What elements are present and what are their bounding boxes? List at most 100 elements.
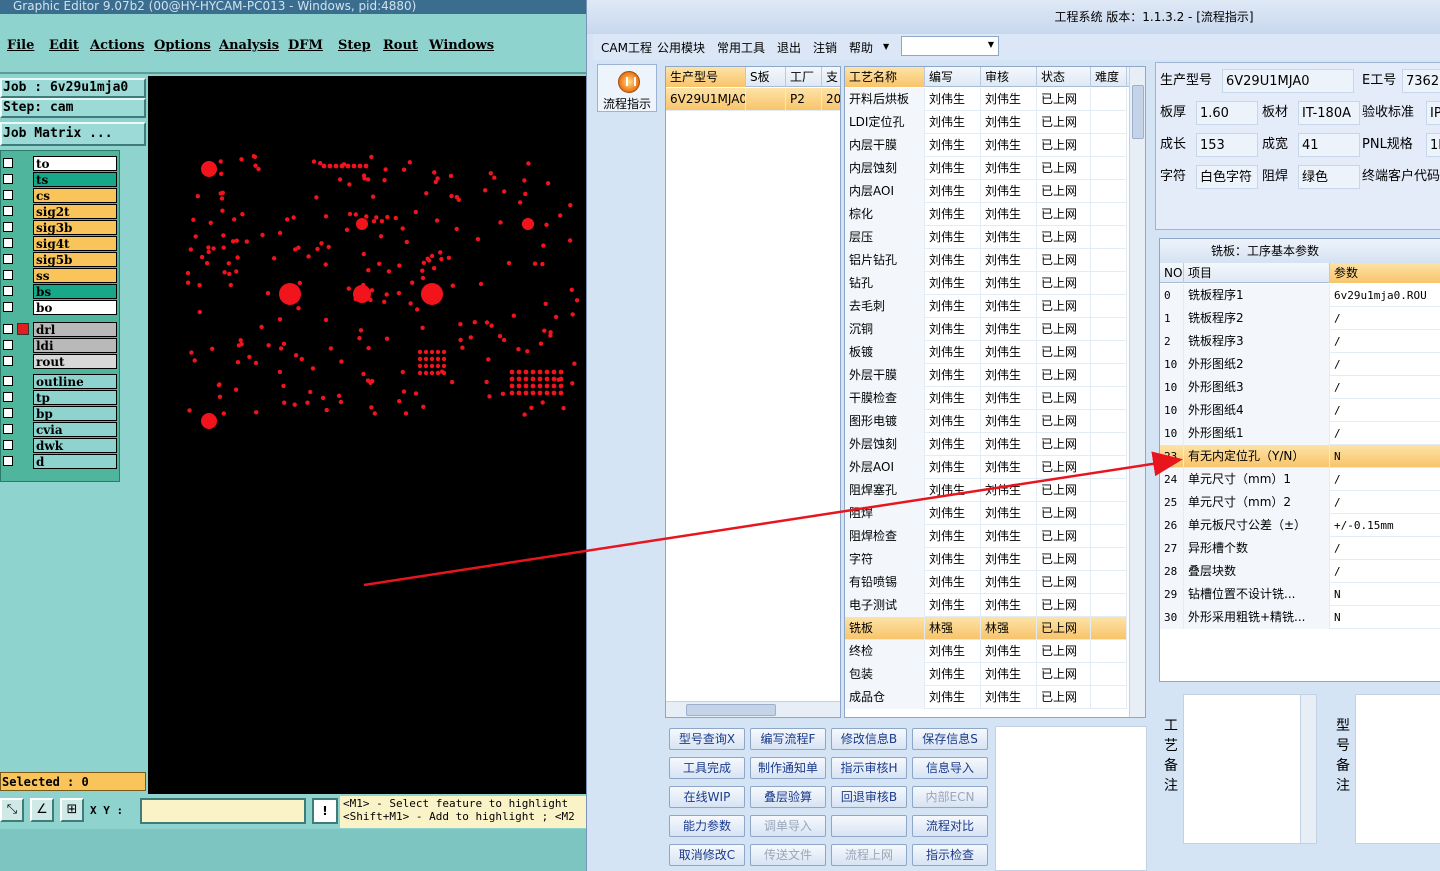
layer-row-drl[interactable]: drl xyxy=(1,321,119,337)
layer-row-ss[interactable]: ss xyxy=(1,267,119,283)
layer-checkbox[interactable] xyxy=(3,456,13,466)
process-grid-col-header[interactable]: 状态 xyxy=(1037,67,1091,87)
info-value[interactable]: IT-180A xyxy=(1298,101,1360,125)
grid-snap-icon[interactable]: ⊞ xyxy=(60,798,84,822)
menu-edit[interactable]: Edit xyxy=(49,38,79,53)
layer-checkbox[interactable] xyxy=(3,206,13,216)
cam-menu-item[interactable]: 常用工具 xyxy=(717,39,765,56)
process-grid-row[interactable]: 铣板 林强 林强 已上网 xyxy=(845,617,1127,640)
action-button[interactable]: 信息导入 xyxy=(912,757,988,779)
layer-checkbox[interactable] xyxy=(3,254,13,264)
param-grid-row[interactable]: 29 钻槽位置不设计铣... N xyxy=(1160,583,1440,606)
action-button[interactable]: 修改信息B xyxy=(831,728,907,750)
menu-actions[interactable]: Actions xyxy=(90,38,144,53)
layer-checkbox[interactable] xyxy=(3,376,13,386)
param-grid-col-header[interactable]: NO xyxy=(1160,263,1184,283)
param-grid-col-header[interactable]: 参数 xyxy=(1330,263,1440,283)
layer-checkbox[interactable] xyxy=(3,174,13,184)
action-button[interactable]: 叠层验算 xyxy=(750,786,826,808)
process-grid-row[interactable]: 外层蚀刻 刘伟生 刘伟生 已上网 xyxy=(845,433,1127,456)
action-button[interactable]: 流程对比 xyxy=(912,815,988,837)
process-grid-row[interactable]: 内层蚀刻 刘伟生 刘伟生 已上网 xyxy=(845,157,1127,180)
layer-checkbox[interactable] xyxy=(3,392,13,402)
param-grid-row[interactable]: 25 单元尺寸（mm）2/ xyxy=(1160,491,1440,514)
layer-checkbox[interactable] xyxy=(3,302,13,312)
layer-checkbox[interactable] xyxy=(3,356,13,366)
process-grid-row[interactable]: 阻焊 刘伟生 刘伟生 已上网 xyxy=(845,502,1127,525)
graphic-canvas[interactable] xyxy=(148,76,588,794)
layer-row-outline[interactable]: outline xyxy=(1,373,119,389)
process-grid-row[interactable]: 钻孔 刘伟生 刘伟生 已上网 xyxy=(845,272,1127,295)
layer-checkbox[interactable] xyxy=(3,408,13,418)
menu-step[interactable]: Step xyxy=(338,38,371,53)
cam-menu-item[interactable]: 公用模块 xyxy=(657,39,705,56)
menu-dropdown-arrow-icon[interactable]: ▼ xyxy=(883,42,889,51)
layer-row-sig5b[interactable]: sig5b xyxy=(1,251,119,267)
process-grid-row[interactable]: LDI定位孔 刘伟生 刘伟生 已上网 xyxy=(845,111,1127,134)
cam-menu-item[interactable]: 注销 xyxy=(813,39,837,56)
layer-row-to[interactable]: to xyxy=(1,155,119,171)
process-grid-row[interactable]: 层压 刘伟生 刘伟生 已上网 xyxy=(845,226,1127,249)
action-button[interactable]: 指示审核H xyxy=(831,757,907,779)
layer-checkbox[interactable] xyxy=(3,270,13,280)
layer-row-bp[interactable]: bp xyxy=(1,405,119,421)
info-value[interactable]: 41 xyxy=(1298,133,1360,157)
layer-row-bo[interactable]: bo xyxy=(1,299,119,315)
flow-indicator-button[interactable]: 流程指示 xyxy=(597,64,657,112)
module-combo[interactable]: ▼ xyxy=(901,36,999,56)
action-button[interactable]: 能力参数 xyxy=(669,815,745,837)
process-grid-row[interactable]: 有铅喷锡 刘伟生 刘伟生 已上网 xyxy=(845,571,1127,594)
action-button[interactable]: 保存信息S xyxy=(912,728,988,750)
process-grid-vscroll-thumb[interactable] xyxy=(1132,85,1144,139)
info-value[interactable]: 6V29U1MJA0 xyxy=(1222,69,1354,93)
param-grid-row[interactable]: 0 铣板程序1 6v29u1mja0.ROU xyxy=(1160,284,1440,307)
process-grid-row[interactable]: 包装 刘伟生 刘伟生 已上网 xyxy=(845,663,1127,686)
action-button[interactable]: 调单导入 xyxy=(750,815,826,837)
layer-row-d[interactable]: d xyxy=(1,453,119,469)
process-grid-col-header[interactable]: 难度 xyxy=(1091,67,1127,87)
layer-checkbox[interactable] xyxy=(3,190,13,200)
layer-row-sig2t[interactable]: sig2t xyxy=(1,203,119,219)
param-grid-row[interactable]: 10 外形图纸3/ xyxy=(1160,376,1440,399)
layer-checkbox[interactable] xyxy=(3,286,13,296)
action-button[interactable] xyxy=(831,815,907,837)
info-value[interactable]: 绿色 xyxy=(1298,165,1360,189)
process-grid-vscroll[interactable] xyxy=(1129,67,1145,717)
process-grid-col-header[interactable]: 审核 xyxy=(981,67,1037,87)
process-grid-row[interactable]: 阻焊检查 刘伟生 刘伟生 已上网 xyxy=(845,525,1127,548)
cam-menu-item[interactable]: CAM工程 xyxy=(601,39,652,56)
model-grid-hscroll-thumb[interactable] xyxy=(686,704,776,716)
param-grid-row[interactable]: 27 异形槽个数 / xyxy=(1160,537,1440,560)
layer-checkbox[interactable] xyxy=(3,238,13,248)
process-grid-row[interactable]: 铝片钻孔 刘伟生 刘伟生 已上网 xyxy=(845,249,1127,272)
info-value[interactable]: 1.60 xyxy=(1196,101,1258,125)
param-grid-row[interactable]: 10 外形图纸1/ xyxy=(1160,422,1440,445)
warning-button[interactable]: ! xyxy=(312,798,338,824)
model-grid-row[interactable]: 6V29U1MJA0 P2 20 xyxy=(666,88,840,111)
process-grid-col-header[interactable]: 编写 xyxy=(925,67,981,87)
menu-options[interactable]: Options xyxy=(154,38,211,53)
process-grid-row[interactable]: 成品仓 刘伟生 刘伟生 已上网 xyxy=(845,686,1127,709)
menu-file[interactable]: File xyxy=(7,38,34,53)
process-grid-row[interactable]: 开料后烘板 刘伟生 刘伟生 已上网 xyxy=(845,88,1127,111)
process-grid-row[interactable]: 电子测试 刘伟生 刘伟生 已上网 xyxy=(845,594,1127,617)
layer-checkbox[interactable] xyxy=(3,222,13,232)
process-grid-row[interactable]: 沉铜 刘伟生 刘伟生 已上网 xyxy=(845,318,1127,341)
process-grid-row[interactable]: 终检 刘伟生 刘伟生 已上网 xyxy=(845,640,1127,663)
action-button[interactable]: 制作通知单 xyxy=(750,757,826,779)
info-value[interactable]: 7362 xyxy=(1402,69,1440,93)
param-grid-row[interactable]: 10 外形图纸4/ xyxy=(1160,399,1440,422)
info-value[interactable]: 153 xyxy=(1196,133,1258,157)
action-button[interactable]: 取消修改C xyxy=(669,844,745,866)
layer-row-dwk[interactable]: dwk xyxy=(1,437,119,453)
action-button[interactable]: 编写流程F xyxy=(750,728,826,750)
process-note-scrollbar[interactable] xyxy=(1300,695,1316,843)
param-grid-row[interactable]: 23 有无内定位孔（Y/N） N xyxy=(1160,445,1440,468)
model-grid-hscroll[interactable] xyxy=(666,701,840,717)
layer-checkbox[interactable] xyxy=(3,440,13,450)
model-grid-col-header[interactable]: S板 xyxy=(746,67,786,87)
model-grid-col-header[interactable]: 生产型号 xyxy=(666,67,746,87)
param-grid-row[interactable]: 26 单元板尺寸公差（±） +/-0.15mm xyxy=(1160,514,1440,537)
param-grid-row[interactable]: 2 铣板程序3/ xyxy=(1160,330,1440,353)
process-grid-col-header[interactable]: 工艺名称 xyxy=(845,67,925,87)
